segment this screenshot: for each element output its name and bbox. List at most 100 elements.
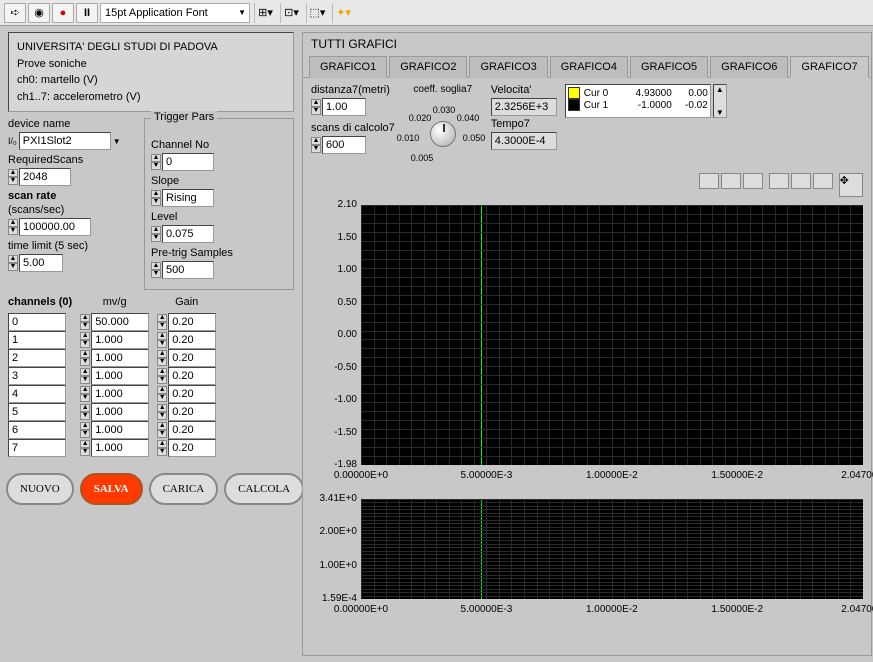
gain-input[interactable] [168,403,216,421]
mvg-spin[interactable]: ▲▼ [80,332,90,348]
mvg-spin[interactable]: ▲▼ [80,440,90,456]
gain-spin[interactable]: ▲▼ [157,350,167,366]
tab-grafico7[interactable]: GRAFICO7 [790,56,868,78]
palette-icon[interactable] [769,173,789,189]
coeff-knob[interactable]: 0.030 0.020 0.040 0.010 0.050 0.005 [403,97,483,167]
channel-index[interactable] [8,367,66,385]
tab-grafico6[interactable]: GRAFICO6 [710,56,788,78]
distribute-icon[interactable]: ⊡▾ [280,3,302,23]
palette-icon[interactable] [743,173,763,189]
palette-icon[interactable] [813,173,833,189]
tab-grafico4[interactable]: GRAFICO4 [550,56,628,78]
tab-grafico2[interactable]: GRAFICO2 [389,56,467,78]
pretrig-input[interactable] [162,261,214,279]
mvg-input[interactable] [91,385,149,403]
scanrate-input[interactable] [19,218,91,236]
dist-input[interactable] [322,98,366,116]
knob-tick: 0.020 [409,113,432,123]
channel-index[interactable] [8,403,66,421]
cursor-line[interactable] [481,499,482,599]
mvg-spin[interactable]: ▲▼ [80,404,90,420]
scans-input[interactable] [322,136,366,154]
cursor-line[interactable] [481,205,482,465]
plot-2: 3.41E+02.00E+01.00E+01.59E-40.00000E+05.… [361,499,863,599]
mvg-spin[interactable]: ▲▼ [80,350,90,366]
gain-spin[interactable]: ▲▼ [157,314,167,330]
mvg-input[interactable] [91,331,149,349]
pretrig-spin[interactable]: ▲▼ [151,262,161,278]
mvg-input[interactable] [91,421,149,439]
mvg-input[interactable] [91,439,149,457]
palette-icon[interactable] [721,173,741,189]
gain-spin[interactable]: ▲▼ [157,386,167,402]
mvg-spin[interactable]: ▲▼ [80,386,90,402]
zoom-palette [769,173,833,197]
nuovo-button[interactable]: NUOVO [6,473,74,505]
palette-icon[interactable] [699,173,719,189]
record-icon[interactable]: ● [52,3,74,23]
mvg-input[interactable] [91,313,149,331]
mvg-spin[interactable]: ▲▼ [80,422,90,438]
gain-spin[interactable]: ▲▼ [157,368,167,384]
dropdown-icon[interactable]: ▼ [113,137,121,146]
gain-input[interactable] [168,349,216,367]
scans-spin[interactable]: ▲▼ [311,137,321,153]
abort-icon[interactable]: ◉ [28,3,50,23]
font-selector[interactable]: 15pt Application Font [100,3,250,23]
align-icon[interactable]: ⊞▾ [254,3,276,23]
cursor-row: Cur 1 -1.0000 -0.02 [568,99,708,111]
timelimit-input[interactable] [19,254,63,272]
slope-input[interactable] [162,189,214,207]
run-arrow-icon[interactable]: ➪ [4,3,26,23]
level-spin[interactable]: ▲▼ [151,226,161,242]
gain-input[interactable] [168,439,216,457]
device-input[interactable] [19,132,111,150]
salva-button[interactable]: SALVA [80,473,143,505]
channel-index[interactable] [8,331,66,349]
slope-spin[interactable]: ▲▼ [151,190,161,206]
gain-spin[interactable]: ▲▼ [157,440,167,456]
channel-index[interactable] [8,385,66,403]
tab-grafico5[interactable]: GRAFICO5 [630,56,708,78]
plot-2-canvas[interactable] [361,499,863,599]
timelimit-spin[interactable]: ▲▼ [8,255,18,271]
mvg-spin[interactable]: ▲▼ [80,314,90,330]
graph-palette-icon[interactable]: ✥ [839,173,863,197]
mvg-input[interactable] [91,349,149,367]
tab-grafico3[interactable]: GRAFICO3 [469,56,547,78]
x-tick: 1.50000E-2 [711,604,763,615]
carica-button[interactable]: CARICA [149,473,219,505]
mvg-input[interactable] [91,403,149,421]
reqscans-spin[interactable]: ▲▼ [8,169,18,185]
dist-spin[interactable]: ▲▼ [311,99,321,115]
info-box: UNIVERSITA' DEGLI STUDI DI PADOVA Prove … [8,32,294,112]
mvg-input[interactable] [91,367,149,385]
gain-spin[interactable]: ▲▼ [157,422,167,438]
gain-cell: ▲▼ [157,421,216,439]
palette-icon[interactable] [791,173,811,189]
gain-spin[interactable]: ▲▼ [157,404,167,420]
gain-input[interactable] [168,313,216,331]
gain-spin[interactable]: ▲▼ [157,332,167,348]
channel-index[interactable] [8,349,66,367]
channel-index[interactable] [8,313,66,331]
channel-index[interactable] [8,421,66,439]
gain-input[interactable] [168,421,216,439]
chno-input[interactable] [162,153,214,171]
mvg-spin[interactable]: ▲▼ [80,368,90,384]
resize-icon[interactable]: ⬚▾ [306,3,328,23]
gain-input[interactable] [168,385,216,403]
level-input[interactable] [162,225,214,243]
reqscans-input[interactable] [19,168,71,186]
channel-index[interactable] [8,439,66,457]
reorder-icon[interactable]: ✦▾ [332,3,354,23]
tab-grafico1[interactable]: GRAFICO1 [309,56,387,78]
pause-icon[interactable]: II [76,3,98,23]
plot-1-canvas[interactable] [361,205,863,465]
chno-spin[interactable]: ▲▼ [151,154,161,170]
calcola-button[interactable]: CALCOLA [224,473,304,505]
gain-input[interactable] [168,331,216,349]
scanrate-spin[interactable]: ▲▼ [8,219,18,235]
gain-input[interactable] [168,367,216,385]
cursor-scrollbar[interactable]: ▲▼ [713,84,727,118]
